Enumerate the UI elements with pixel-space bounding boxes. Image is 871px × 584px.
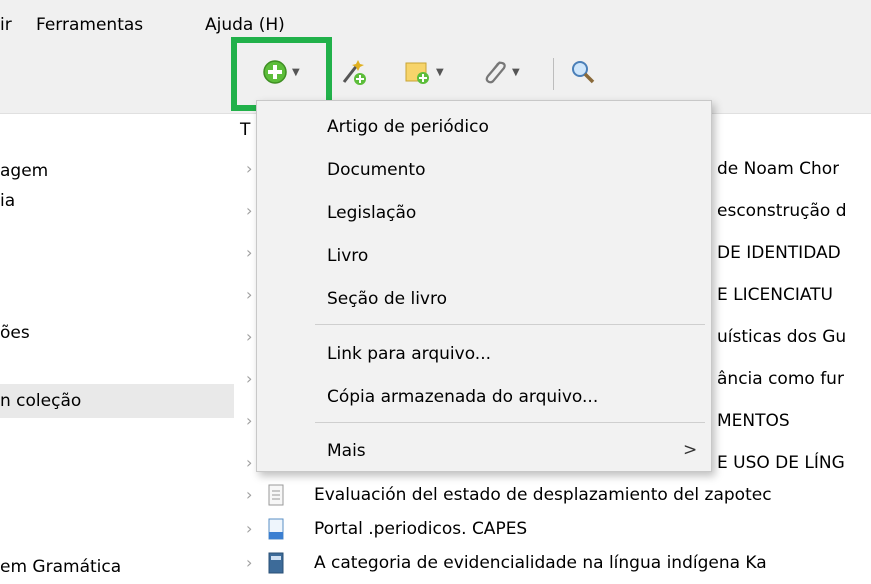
chevron-right-icon[interactable]: ›	[246, 369, 252, 388]
item-title: Evaluación del estado de desplazamiento …	[314, 485, 772, 505]
chevron-right-icon[interactable]: ›	[246, 285, 252, 304]
menu-item-ajuda[interactable]: Ajuda (H)	[205, 14, 285, 36]
menu-item-label: Legislação	[327, 203, 417, 223]
search-button[interactable]	[570, 54, 596, 90]
menu-item-label: Cópia armazenada do arquivo...	[327, 387, 599, 407]
chevron-right-icon[interactable]: ›	[246, 453, 252, 472]
new-item-dropdown-menu: Artigo de periódico Documento Legislação…	[256, 100, 712, 472]
item-title: ância como fur	[717, 369, 844, 389]
menu-item-secao-de-livro[interactable]: Seção de livro	[257, 279, 711, 319]
chevron-right-icon[interactable]: ›	[246, 485, 252, 504]
search-icon	[572, 61, 595, 84]
collection-item[interactable]: ia	[0, 190, 15, 212]
menu-item-documento[interactable]: Documento	[257, 150, 711, 190]
chevron-right-icon[interactable]: ›	[246, 411, 252, 430]
menu-item-label: Link para arquivo...	[327, 344, 492, 364]
item-title: E LICENCIATU	[717, 285, 833, 305]
chevron-right-icon[interactable]: ›	[246, 519, 252, 538]
chevron-right-icon[interactable]: ›	[246, 553, 252, 572]
item-title: E USO DE LÍNG	[717, 453, 845, 473]
attachment-icon	[485, 61, 506, 84]
chevron-right-icon[interactable]: ›	[246, 201, 252, 220]
menu-item-artigo-de-periodico[interactable]: Artigo de periódico	[257, 107, 711, 147]
chevron-down-icon: ▼	[512, 66, 520, 78]
table-row[interactable]: › A categoria de evidencialidade na líng…	[234, 544, 871, 584]
menu-item-label: Livro	[327, 246, 369, 266]
add-by-identifier-button[interactable]	[340, 54, 368, 90]
item-title: uísticas dos Gu	[717, 327, 847, 347]
item-title: esconstrução d	[717, 201, 847, 221]
menu-item-label: Seção de livro	[327, 289, 447, 309]
new-note-icon	[405, 62, 429, 84]
menu-item-legislacao[interactable]: Legislação	[257, 193, 711, 233]
item-title: de Noam Chor	[717, 159, 840, 179]
item-title: DE IDENTIDAD	[717, 243, 841, 263]
chevron-down-icon: ▼	[436, 66, 444, 78]
collection-item[interactable]: agem	[0, 160, 48, 182]
chevron-right-icon[interactable]: ›	[246, 159, 252, 178]
collection-item[interactable]: ões	[0, 322, 30, 344]
collections-pane: agem ia ões n coleção em Gramática	[0, 114, 234, 584]
column-header-title[interactable]: T	[240, 120, 250, 140]
menu-item-label: Mais	[327, 441, 366, 461]
collection-item-selected[interactable]: n coleção	[0, 384, 234, 418]
item-title: A categoria de evidencialidade na língua…	[314, 553, 767, 573]
menu-item-mais[interactable]: Mais >	[257, 431, 711, 471]
chevron-right-icon[interactable]: ›	[246, 327, 252, 346]
menu-item-livro[interactable]: Livro	[257, 236, 711, 276]
chevron-right-icon: >	[683, 440, 698, 460]
menu-separator	[315, 422, 705, 423]
menu-item-partial[interactable]: ir	[0, 14, 12, 36]
book-icon	[268, 552, 284, 574]
item-title: Portal .periodicos. CAPES	[314, 519, 528, 539]
chevron-right-icon[interactable]: ›	[246, 243, 252, 262]
menu-item-label: Artigo de periódico	[327, 117, 489, 137]
add-attachment-button[interactable]: ▼	[480, 54, 520, 90]
magic-wand-add-icon	[342, 60, 366, 85]
menu-separator	[315, 324, 705, 325]
menu-item-label: Documento	[327, 160, 426, 180]
menu-item-link-para-arquivo[interactable]: Link para arquivo...	[257, 334, 711, 374]
menu-bar: ir Ferramentas Ajuda (H)	[0, 0, 871, 44]
collection-item[interactable]: em Gramática	[0, 556, 121, 578]
menu-item-copia-armazenada[interactable]: Cópia armazenada do arquivo...	[257, 377, 711, 417]
new-note-button[interactable]: ▼	[404, 54, 444, 90]
toolbar-separator	[553, 58, 554, 90]
item-title: MENTOS	[717, 411, 790, 431]
document-icon	[268, 484, 284, 506]
menu-item-ferramentas[interactable]: Ferramentas	[36, 14, 143, 36]
webpage-icon	[268, 518, 284, 540]
